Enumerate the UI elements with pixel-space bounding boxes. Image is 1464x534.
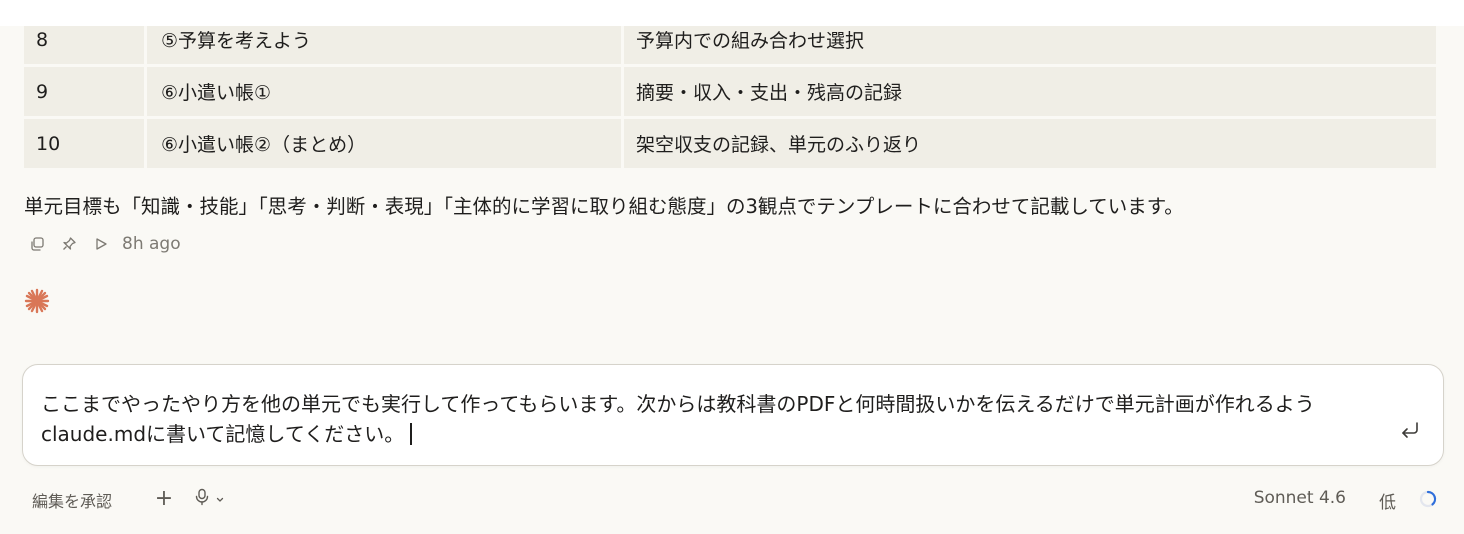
send-icon[interactable] [1399,419,1421,441]
chat-page: 8 ⑤予算を考えよう 予算内での組み合わせ選択 9 ⑥小遣い帳① 摘要・収入・支… [0,0,1464,534]
table-cell-no: 10 [24,119,144,168]
claude-logo-icon [24,288,50,314]
loading-spinner-icon [1418,489,1438,509]
pin-icon[interactable] [60,235,78,253]
table-row: 9 ⑥小遣い帳① 摘要・収入・支出・残高の記録 [24,67,1436,116]
table-cell-no: 9 [24,67,144,116]
lesson-plan-table: 8 ⑤予算を考えよう 予算内での組み合わせ選択 9 ⑥小遣い帳① 摘要・収入・支… [21,12,1439,171]
table-cell-title: ⑥小遣い帳②（まとめ） [147,119,621,168]
add-button[interactable]: + [152,484,176,512]
play-icon[interactable] [92,235,110,253]
model-selector[interactable]: Sonnet 4.6 [1254,488,1346,508]
effort-selector[interactable]: 低 [1379,488,1396,513]
message-timestamp: 8h ago [122,234,181,254]
microphone-icon [195,488,209,510]
message-composer[interactable]: ここまでやったやり方を他の単元でも実行して作ってもらいます。次からは教科書のPD… [22,364,1444,466]
text-caret [410,423,413,445]
top-fade [0,0,1464,26]
composer-input[interactable]: ここまでやったやり方を他の単元でも実行して作ってもらいます。次からは教科書のPD… [41,389,1371,449]
chevron-down-icon [215,490,225,509]
table-cell-content: 摘要・収入・支出・残高の記録 [624,67,1436,116]
copy-icon[interactable] [28,235,46,253]
composer-toolbar: 編集を承認 + Sonnet 4.6 低 [0,480,1464,520]
table-cell-content: 架空収支の記録、単元のふり返り [624,119,1436,168]
message-actions: 8h ago [28,232,181,256]
table-row: 10 ⑥小遣い帳②（まとめ） 架空収支の記録、単元のふり返り [24,119,1436,168]
accept-edits-button[interactable]: 編集を承認 [32,488,112,512]
message-summary: 単元目標も「知識・技能」「思考・判断・表現」「主体的に学習に取り組む態度」の3観… [24,195,1184,218]
composer-input-text: ここまでやったやり方を他の単元でも実行して作ってもらいます。次からは教科書のPD… [41,392,1315,446]
voice-input-button[interactable] [195,488,225,510]
table-cell-title: ⑥小遣い帳① [147,67,621,116]
